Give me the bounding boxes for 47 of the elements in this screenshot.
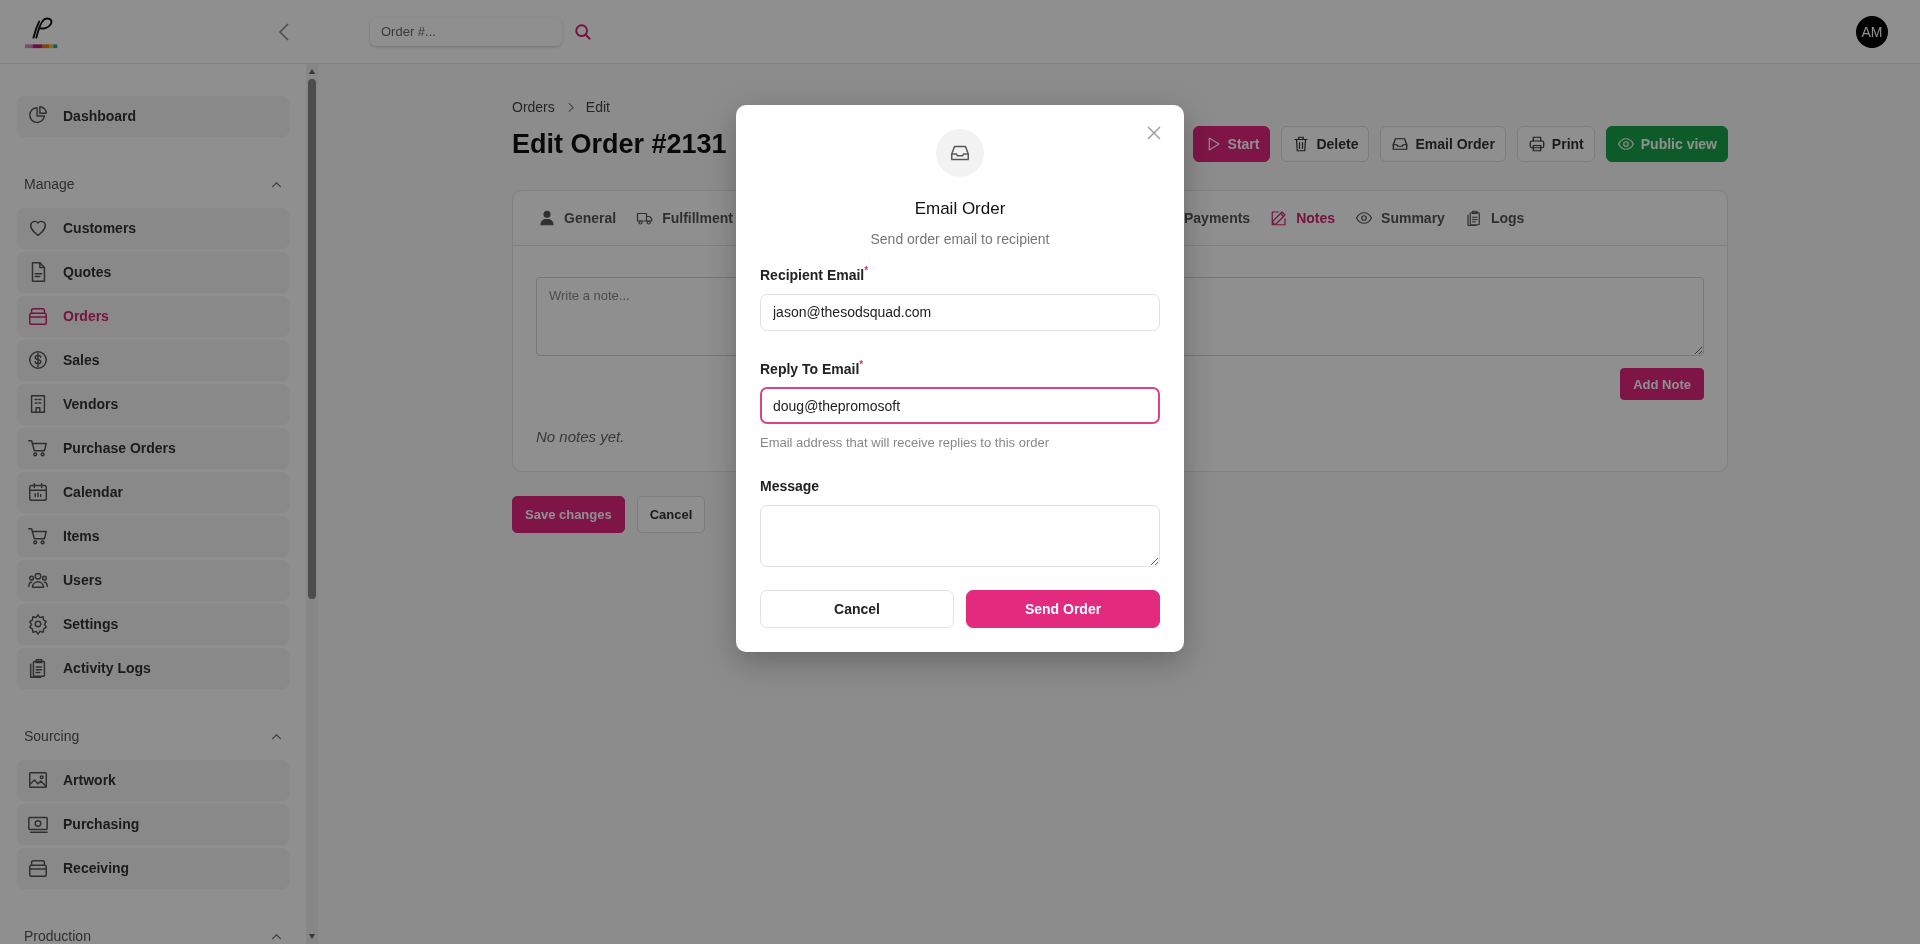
sidebar-item[interactable]: Artwork bbox=[17, 760, 289, 800]
sidebar-item[interactable]: Quotes bbox=[17, 252, 289, 292]
field-label: Reply To Email$^{*}$ bbox=[760, 358, 865, 377]
tab[interactable]: Logs bbox=[1464, 209, 1525, 227]
add-note-button[interactable]: Add Note bbox=[1620, 368, 1704, 400]
modal-subtitle: Send order email to recipient bbox=[869, 231, 1051, 247]
action-button[interactable]: Delete bbox=[1281, 126, 1370, 162]
sidebar-item[interactable]: Customers bbox=[17, 208, 289, 248]
sidebar-item[interactable]: Dashboard bbox=[17, 96, 289, 136]
section-heading: Production bbox=[24, 928, 91, 944]
email-field[interactable]: doug@thepromosoft bbox=[760, 387, 1160, 425]
sidebar-item[interactable]: Users bbox=[17, 560, 289, 600]
email-field[interactable]: jason@thesodsquad.com bbox=[760, 293, 1160, 331]
sidebar-item[interactable]: Items bbox=[17, 516, 289, 556]
breadcrumb-link[interactable]: Edit bbox=[585, 99, 610, 115]
action-button[interactable]: Start bbox=[1192, 126, 1271, 162]
footer-button[interactable]: Save changes bbox=[512, 496, 625, 533]
tab[interactable]: Notes bbox=[1270, 209, 1336, 227]
dialog-button[interactable]: Send Order bbox=[966, 590, 1160, 629]
sidebar-item[interactable]: Receiving bbox=[17, 848, 289, 888]
sidebar-item[interactable]: Sales bbox=[17, 340, 289, 380]
dialog-button[interactable]: Cancel bbox=[760, 590, 954, 629]
footer-button[interactable]: Cancel bbox=[636, 496, 706, 533]
sidebar-item[interactable]: Calendar bbox=[17, 472, 289, 512]
sidebar-item[interactable]: Settings bbox=[17, 604, 289, 644]
search-field[interactable]: Order #... bbox=[370, 17, 562, 46]
field-label: Message bbox=[760, 478, 821, 495]
page-title: Edit Order #2131 bbox=[512, 128, 727, 160]
sidebar-item[interactable]: Orders bbox=[17, 296, 289, 336]
tab[interactable]: Payments bbox=[1184, 209, 1251, 227]
action-button[interactable]: Public view bbox=[1605, 126, 1728, 162]
sidebar-item[interactable]: Purchasing bbox=[17, 804, 289, 844]
tab[interactable]: Fulfillment bbox=[636, 209, 733, 227]
action-button[interactable]: Print bbox=[1516, 126, 1595, 162]
section-heading: Manage bbox=[24, 176, 75, 192]
help-text: Email address that will receive replies to this order bbox=[760, 435, 1050, 451]
user-avatar[interactable]: AM bbox=[1856, 15, 1888, 48]
section-heading: Sourcing bbox=[24, 728, 80, 744]
sidebar-item[interactable]: Vendors bbox=[17, 384, 289, 424]
sidebar-item[interactable]: Activity Logs bbox=[17, 648, 289, 688]
action-button[interactable]: Email Order bbox=[1380, 126, 1506, 162]
modal-title: Email Order bbox=[913, 199, 1007, 219]
sidebar-item[interactable]: Purchase Orders bbox=[17, 428, 289, 468]
empty-message: No notes yet. bbox=[536, 428, 625, 445]
breadcrumb-link[interactable]: Orders bbox=[512, 99, 555, 115]
tab[interactable]: General bbox=[538, 209, 617, 227]
tab[interactable]: Summary bbox=[1355, 209, 1445, 227]
